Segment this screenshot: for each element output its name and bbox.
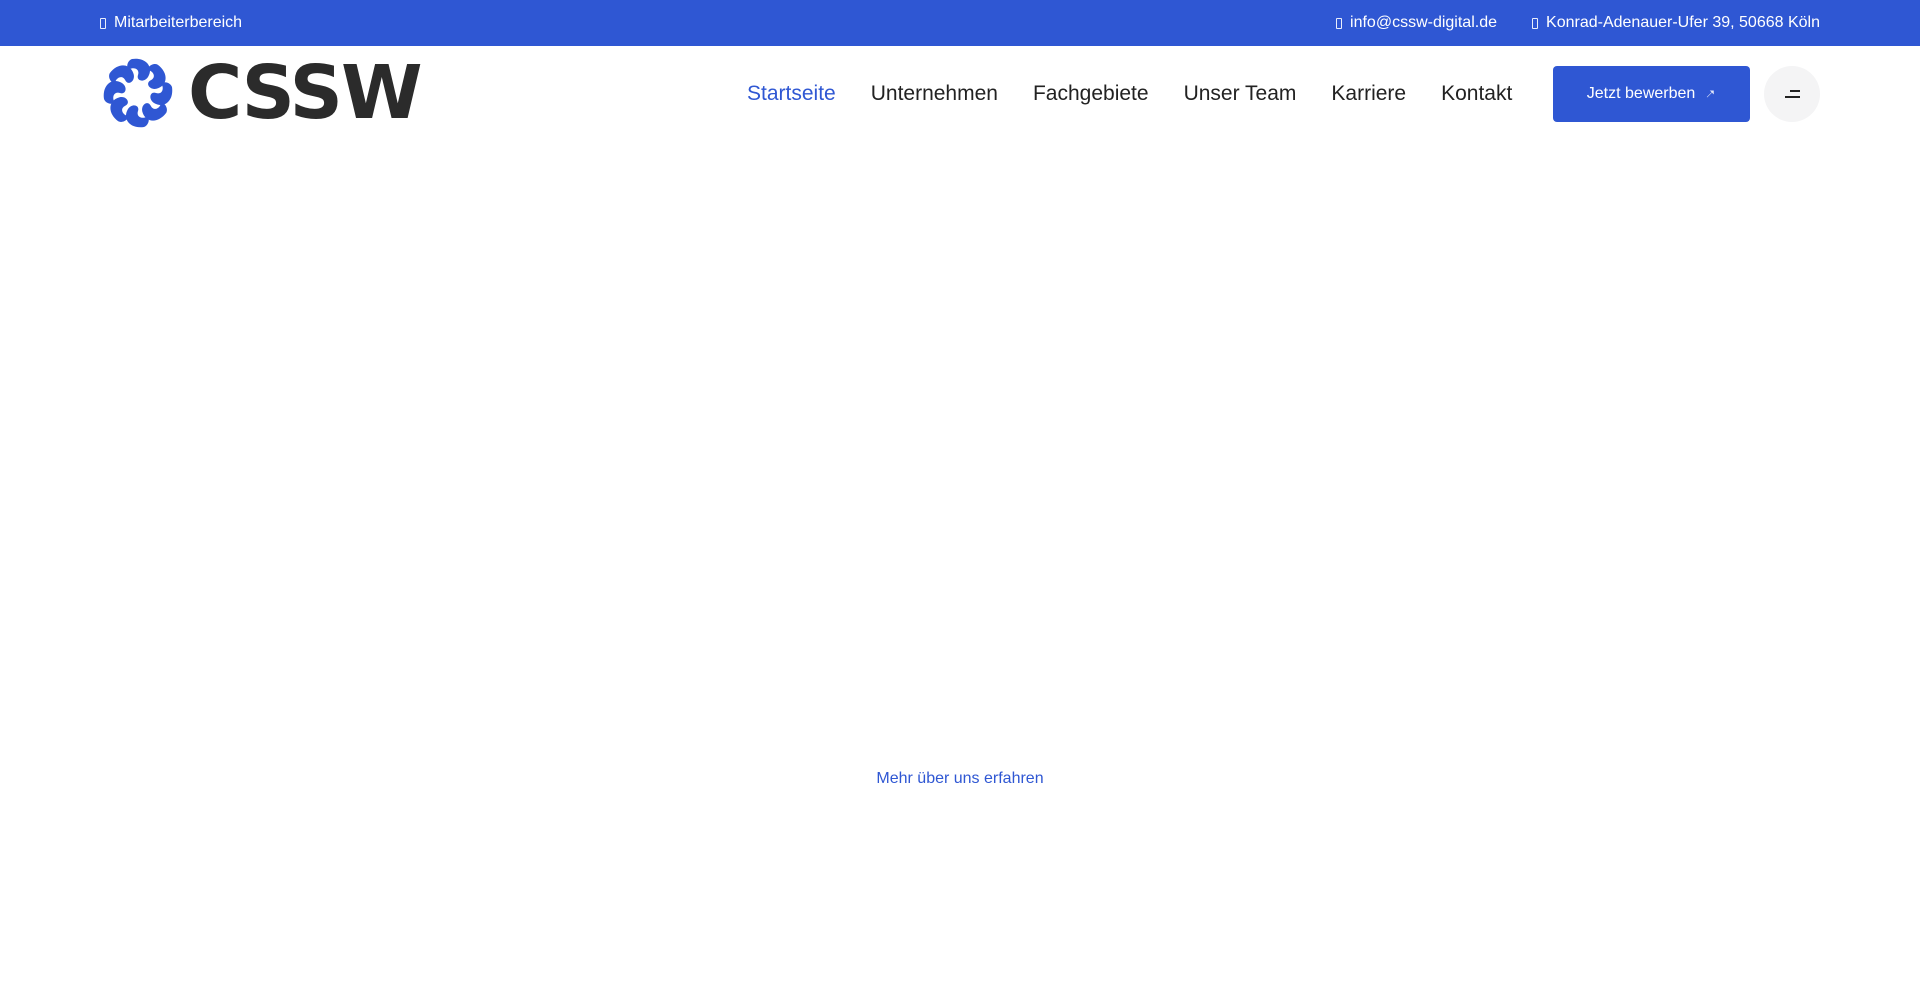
lock-icon bbox=[100, 17, 106, 29]
top-bar: Mitarbeiterbereich info@cssw-digital.de … bbox=[0, 0, 1920, 46]
nav-item-karriere[interactable]: Karriere bbox=[1331, 82, 1406, 106]
nav-item-kontakt[interactable]: Kontakt bbox=[1441, 82, 1512, 106]
mail-icon bbox=[1336, 17, 1343, 29]
nav-item-startseite[interactable]: Startseite bbox=[747, 82, 836, 106]
menu-button[interactable] bbox=[1764, 66, 1820, 122]
nav-item-fachgebiete[interactable]: Fachgebiete bbox=[1033, 82, 1149, 106]
apply-now-button[interactable]: Jetzt bewerben ➝ bbox=[1553, 66, 1750, 122]
arrow-up-right-icon: ➝ bbox=[1701, 84, 1720, 103]
email-link[interactable]: info@cssw-digital.de bbox=[1336, 0, 1497, 46]
nav-item-unser-team[interactable]: Unser Team bbox=[1184, 82, 1297, 106]
logo-text: CSSW bbox=[188, 50, 423, 136]
main-nav: Startseite Unternehmen Fachgebiete Unser… bbox=[747, 46, 1512, 142]
map-pin-icon bbox=[1532, 17, 1539, 29]
employee-area-link[interactable]: Mitarbeiterbereich bbox=[100, 0, 242, 46]
employee-area-label: Mitarbeiterbereich bbox=[114, 14, 243, 31]
apply-now-label: Jetzt bewerben bbox=[1586, 85, 1696, 102]
email-label: info@cssw-digital.de bbox=[1350, 14, 1497, 31]
menu-icon bbox=[1784, 90, 1800, 98]
address-link[interactable]: Konrad-Adenauer-Ufer 39, 50668 Köln bbox=[1532, 0, 1820, 46]
address-label: Konrad-Adenauer-Ufer 39, 50668 Köln bbox=[1546, 14, 1820, 31]
learn-more-link[interactable]: Mehr über uns erfahren bbox=[0, 770, 1920, 788]
logo-mark-icon bbox=[103, 58, 173, 128]
logo[interactable]: CSSW bbox=[100, 54, 425, 132]
nav-item-unternehmen[interactable]: Unternehmen bbox=[871, 82, 998, 106]
site-header: CSSW Startseite Unternehmen Fachgebiete … bbox=[0, 46, 1920, 142]
